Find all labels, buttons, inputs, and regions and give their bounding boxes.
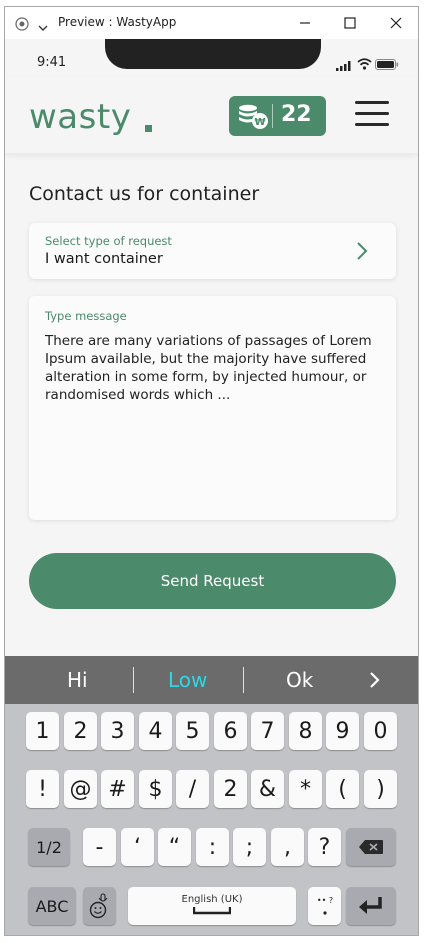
message-text: There are many variations of passages of… — [45, 333, 372, 403]
page-title: Contact us for container — [29, 183, 260, 205]
punctuation-key[interactable]: •• ? — [308, 887, 341, 925]
on-screen-keyboard: Hi Low Ok 1 2 3 4 5 6 7 8 9 0 ! @ # $ / … — [5, 656, 418, 935]
key-3[interactable]: 3 — [101, 712, 134, 750]
key-6[interactable]: 6 — [214, 712, 247, 750]
chevron-right-icon — [356, 241, 368, 265]
coins-count: 22 — [281, 102, 312, 127]
key-at[interactable]: @ — [64, 770, 97, 808]
close-button[interactable] — [386, 13, 406, 33]
svg-text:•• ?: •• ? — [316, 896, 332, 905]
status-time: 9:41 — [37, 55, 67, 70]
signal-icon — [336, 56, 352, 75]
suggestion-divider — [243, 667, 244, 693]
send-request-button[interactable]: Send Request — [29, 553, 396, 609]
request-type-select[interactable]: Select type of request I want container — [29, 223, 396, 279]
key-question[interactable]: ? — [308, 828, 341, 866]
key-exclamation[interactable]: ! — [26, 770, 59, 808]
space-key[interactable]: English (UK) — [128, 887, 296, 925]
emoji-icon — [89, 893, 107, 919]
key-9[interactable]: 9 — [326, 712, 359, 750]
app-logo: wasty — [29, 97, 132, 137]
backspace-key[interactable] — [346, 828, 396, 866]
status-bar: 9:41 — [5, 39, 418, 77]
key-7[interactable]: 7 — [251, 712, 284, 750]
app-window: Preview : WastyApp 9:41 wasty ₩ 22 Conta… — [4, 6, 419, 936]
return-icon — [359, 897, 382, 914]
enter-key[interactable] — [346, 887, 396, 925]
chevron-right-icon[interactable] — [369, 671, 381, 693]
key-asterisk[interactable]: * — [289, 770, 322, 808]
key-dollar[interactable]: $ — [139, 770, 172, 808]
suggestion-hi[interactable]: Hi — [67, 668, 88, 692]
key-5[interactable]: 5 — [176, 712, 209, 750]
request-type-label: Select type of request — [45, 234, 172, 248]
coins-badge[interactable]: ₩ 22 — [229, 96, 326, 136]
phone-notch — [105, 39, 321, 69]
app-header: wasty ₩ 22 — [5, 77, 418, 153]
suggestion-ok[interactable]: Ok — [286, 668, 313, 692]
coins-icon: ₩ — [237, 102, 269, 134]
battery-icon — [375, 55, 399, 74]
key-comma[interactable]: , — [271, 828, 304, 866]
key-open-paren[interactable]: ( — [326, 770, 359, 808]
logo-dot — [145, 125, 152, 132]
message-textarea[interactable]: Type message There are many variations o… — [29, 296, 396, 520]
emoji-mic-key[interactable] — [83, 887, 116, 925]
key-page-toggle[interactable]: 1/2 — [28, 828, 70, 866]
space-bar-icon — [193, 906, 231, 914]
minimize-button[interactable] — [295, 13, 315, 33]
window-title: Preview : WastyApp — [58, 15, 177, 29]
space-language-label: English (UK) — [181, 893, 243, 905]
request-type-value: I want container — [45, 251, 163, 267]
key-ampersand[interactable]: & — [251, 770, 284, 808]
keyboard-keys: 1 2 3 4 5 6 7 8 9 0 ! @ # $ / 2 & * ( ) … — [5, 704, 418, 935]
window-titlebar: Preview : WastyApp — [5, 7, 418, 39]
key-1[interactable]: 1 — [26, 712, 59, 750]
message-label: Type message — [45, 309, 127, 323]
key-0[interactable]: 0 — [364, 712, 397, 750]
key-2-alt[interactable]: 2 — [214, 770, 247, 808]
coins-divider — [272, 104, 273, 128]
hamburger-menu-icon[interactable] — [355, 99, 391, 129]
maximize-button[interactable] — [340, 13, 360, 33]
suggestion-bar: Hi Low Ok — [5, 656, 418, 704]
backspace-icon — [359, 840, 383, 854]
svg-text:₩: ₩ — [254, 117, 265, 128]
suggestion-low[interactable]: Low — [168, 668, 207, 692]
wifi-icon — [357, 55, 372, 74]
record-icon — [15, 16, 29, 35]
key-left-single-quote[interactable]: ‘ — [121, 828, 154, 866]
key-slash[interactable]: / — [176, 770, 209, 808]
key-left-double-quote[interactable]: “ — [158, 828, 191, 866]
punctuation-icon: •• ? — [316, 896, 333, 915]
key-hash[interactable]: # — [101, 770, 134, 808]
key-4[interactable]: 4 — [139, 712, 172, 750]
key-semicolon[interactable]: ; — [233, 828, 266, 866]
abc-key[interactable]: ABC — [28, 887, 76, 925]
chevron-down-icon[interactable] — [37, 18, 49, 37]
suggestion-divider — [133, 667, 134, 693]
key-2[interactable]: 2 — [64, 712, 97, 750]
key-dash[interactable]: - — [83, 828, 116, 866]
key-close-paren[interactable]: ) — [364, 770, 397, 808]
key-colon[interactable]: : — [196, 828, 229, 866]
key-8[interactable]: 8 — [289, 712, 322, 750]
